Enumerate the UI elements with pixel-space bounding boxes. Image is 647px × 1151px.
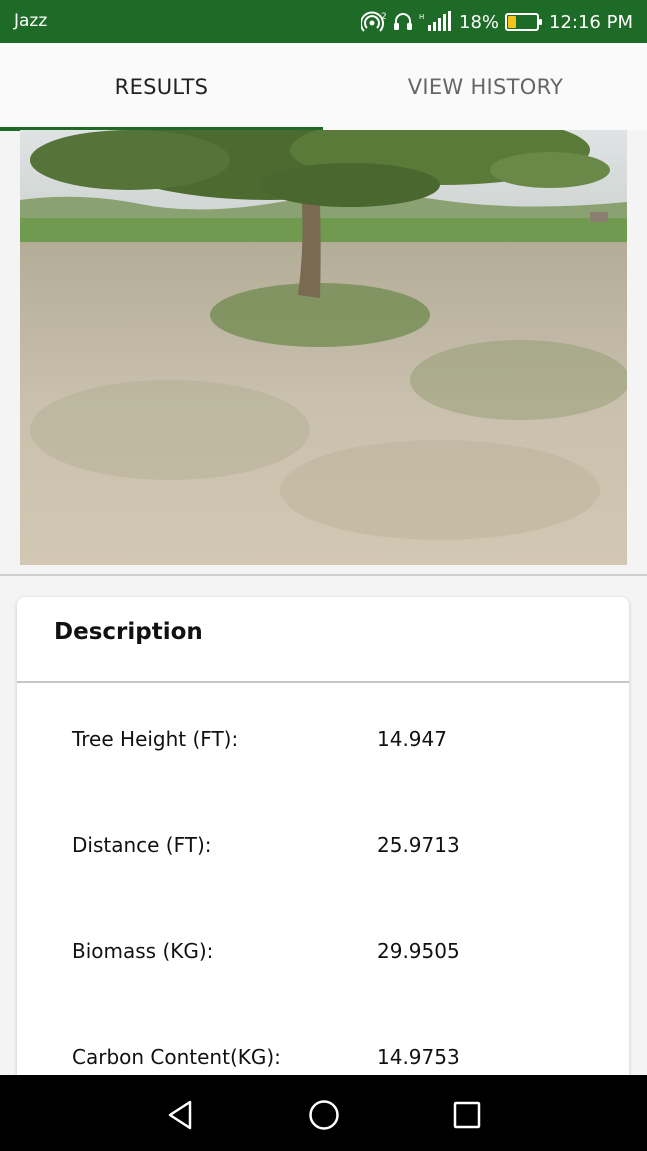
svg-text:H: H: [419, 13, 424, 21]
tab-bar: RESULTS VIEW HISTORY: [0, 43, 647, 131]
battery-icon: [505, 13, 543, 31]
carbon-content-value: 14.9753: [377, 1045, 460, 1069]
status-bar: Jazz 2 H 18% 12:16 PM: [0, 0, 647, 43]
home-icon[interactable]: [304, 1095, 344, 1135]
battery-percent: 18%: [459, 11, 500, 33]
status-icons: 2 H 18% 12:16 PM: [361, 9, 633, 35]
tree-height-value: 14.947: [377, 727, 447, 751]
tab-results[interactable]: RESULTS: [0, 43, 323, 130]
svg-text:2: 2: [381, 12, 387, 22]
tab-view-history[interactable]: VIEW HISTORY: [324, 43, 647, 130]
carbon-content-label: Carbon Content(KG):: [72, 1045, 281, 1069]
card-divider: [17, 681, 629, 683]
tree-height-label: Tree Height (FT):: [72, 727, 239, 751]
distance-label: Distance (FT):: [72, 833, 212, 857]
system-nav-bar: [0, 1075, 647, 1151]
tree-photo: [20, 130, 627, 565]
biomass-label: Biomass (KG):: [72, 939, 214, 963]
recents-icon[interactable]: [447, 1095, 487, 1135]
headset-icon: [393, 11, 413, 33]
back-icon[interactable]: [160, 1095, 200, 1135]
carrier-name: Jazz: [14, 11, 48, 31]
clock: 12:16 PM: [549, 11, 633, 33]
battery-fill: [508, 16, 517, 28]
description-card: Description Tree Height (FT): 14.947 Dis…: [17, 597, 629, 1117]
photo-divider: [0, 574, 647, 576]
biomass-value: 29.9505: [377, 939, 460, 963]
distance-value: 25.9713: [377, 833, 460, 857]
description-title: Description: [54, 619, 203, 645]
signal-icon: H: [419, 11, 453, 33]
hotspot-icon: 2: [361, 11, 387, 33]
